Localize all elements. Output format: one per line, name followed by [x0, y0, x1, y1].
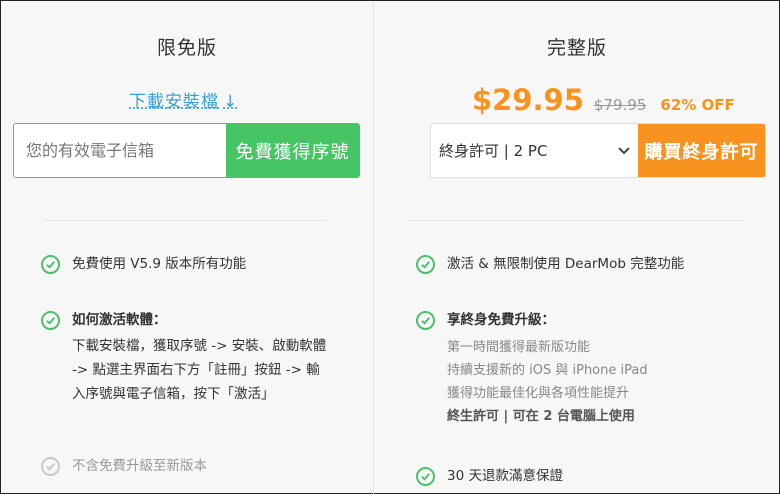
list-item: 終生許可 | 可在 2 台電腦上使用	[447, 409, 635, 424]
email-input[interactable]	[14, 124, 226, 177]
current-price: $29.95	[472, 83, 584, 117]
full-feature-item: 激活 & 無限制使用 DearMob 完整功能	[416, 255, 756, 274]
full-separator	[406, 220, 746, 221]
upgrade-benefits-list: 第一時間獲得最新版功能 持續支援新的 iOS 與 iPhone iPad 獲得功…	[447, 336, 648, 428]
full-plan-column: 完整版 $29.95 $79.95 62% OFF 終身許可 | 2 PC 購買…	[374, 1, 780, 494]
list-item: 持續支援新的 iOS 與 iPhone iPad	[447, 363, 648, 378]
full-feature-item: 享終身免費升級： 第一時間獲得最新版功能 持續支援新的 iOS 與 iPhone…	[416, 311, 756, 428]
down-arrow-icon: ↓	[223, 92, 239, 112]
pricing-panel: 限免版 下載安裝檔↓ 免費獲得序號 免費使用 V5.9 版本所有功能 如何激活軟…	[0, 0, 780, 494]
email-serial-form: 免費獲得序號	[13, 123, 360, 178]
check-circle-icon	[416, 311, 435, 330]
purchase-form: 終身許可 | 2 PC 購買終身許可	[430, 123, 766, 178]
check-circle-icon	[416, 255, 435, 274]
free-feature-text: 不含免費升級至新版本	[72, 458, 207, 474]
buy-lifetime-button[interactable]: 購買終身許可	[638, 124, 765, 177]
license-selected-value: 終身許可 | 2 PC	[439, 142, 548, 160]
free-plan-title: 限免版	[156, 37, 217, 59]
free-feature-text: 免費使用 V5.9 版本所有功能	[72, 256, 247, 272]
full-feature-text: 激活 & 無限制使用 DearMob 完整功能	[447, 256, 685, 272]
chevron-down-icon	[618, 146, 630, 154]
check-circle-icon	[41, 457, 60, 476]
original-price: $79.95	[593, 96, 647, 114]
check-circle-icon	[41, 311, 60, 330]
check-circle-icon	[41, 255, 60, 274]
free-plan-column: 限免版 下載安裝檔↓ 免費獲得序號 免費使用 V5.9 版本所有功能 如何激活軟…	[1, 1, 373, 494]
list-item: 第一時間獲得最新版功能	[447, 340, 591, 355]
upgrade-title: 享終身免費升級：	[447, 312, 555, 328]
full-feature-text: 30 天退款滿意保證	[447, 468, 563, 484]
download-installer-link[interactable]: 下載安裝檔 ↓	[129, 87, 238, 112]
free-feature-item: 如何激活軟體： 下載安裝檔，獲取序號 -> 安裝、啟動軟體 -> 點選主界面右下…	[41, 311, 331, 406]
free-feature-item: 不含免費升級至新版本	[41, 457, 341, 476]
free-separator	[43, 220, 327, 221]
download-link-label: 下載安裝檔	[129, 92, 219, 112]
price-row: $29.95 $79.95 62% OFF	[472, 83, 735, 117]
list-item: 獲得功能最佳化與各項性能提升	[447, 386, 630, 401]
activation-title: 如何激活軟體：	[72, 312, 167, 328]
full-plan-title: 完整版	[546, 37, 607, 59]
check-circle-icon	[416, 467, 435, 486]
free-feature-item: 免費使用 V5.9 版本所有功能	[41, 255, 341, 274]
get-serial-button[interactable]: 免費獲得序號	[226, 124, 359, 177]
license-select[interactable]: 終身許可 | 2 PC	[431, 124, 638, 177]
full-feature-item: 30 天退款滿意保證	[416, 467, 756, 486]
activation-steps: 下載安裝檔，獲取序號 -> 安裝、啟動軟體 -> 點選主界面右下方「註冊」按鈕 …	[72, 338, 327, 402]
discount-badge: 62% OFF	[660, 96, 735, 114]
